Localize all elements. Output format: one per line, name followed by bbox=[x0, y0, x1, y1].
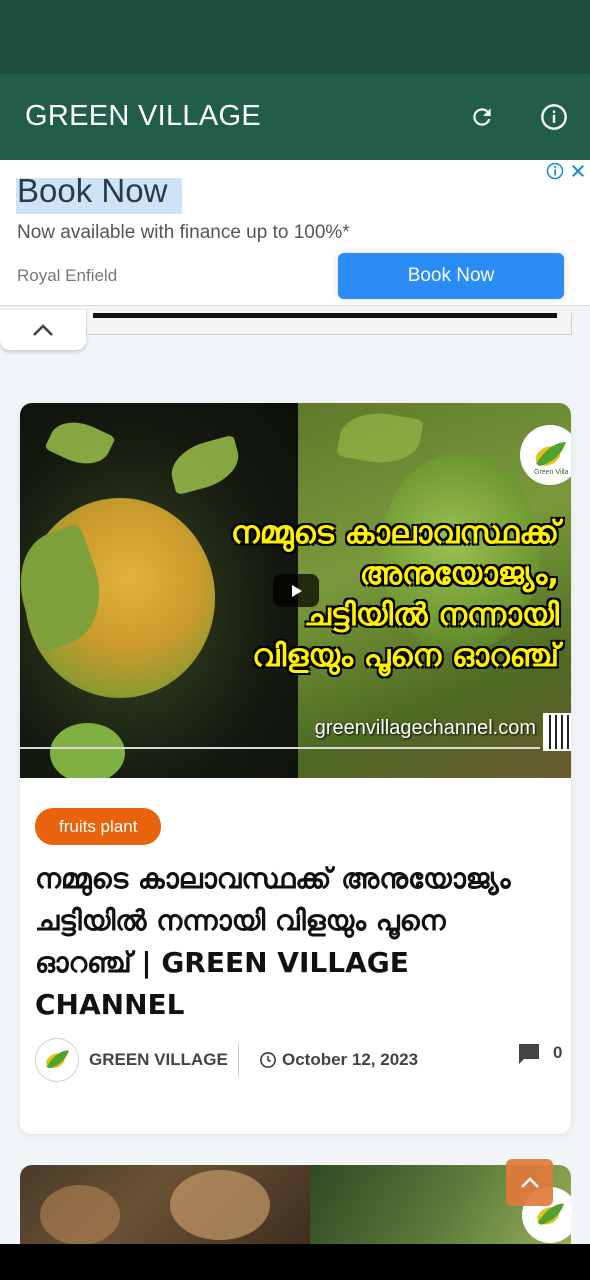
chevron-up-icon bbox=[520, 1176, 539, 1188]
clock-icon bbox=[260, 1052, 276, 1068]
ginger-shape bbox=[40, 1185, 120, 1245]
logo-text: Green Villa bbox=[534, 469, 569, 476]
video-strip-line bbox=[93, 313, 557, 318]
ad-advertiser: Royal Enfield bbox=[17, 266, 118, 285]
info-icon bbox=[541, 104, 567, 130]
channel-logo: Green Villa bbox=[520, 425, 571, 485]
meta-divider bbox=[238, 1044, 239, 1076]
qr-code-icon bbox=[543, 713, 571, 751]
ad-subtitle: Now available with finance up to 100%* bbox=[17, 222, 350, 243]
comment-icon[interactable] bbox=[517, 1042, 541, 1066]
play-icon bbox=[292, 584, 302, 597]
status-bar bbox=[0, 0, 590, 74]
refresh-icon bbox=[473, 108, 491, 126]
author-avatar[interactable] bbox=[35, 1038, 79, 1082]
leaf-logo-icon bbox=[535, 442, 566, 466]
headline-line: നമ്മുടെ കാലാവസ്ഥക്ക് bbox=[230, 515, 559, 551]
post-thumbnail[interactable]: Green Villa നമ്മുടെ കാലാവസ്ഥക്ക് അനുയോജ്… bbox=[20, 403, 571, 778]
ad-close-icon[interactable] bbox=[569, 162, 587, 180]
ad-title[interactable]: Book Now bbox=[17, 172, 167, 210]
app-bar: GREEN VILLAGE bbox=[0, 74, 590, 160]
post-title[interactable]: നമ്മുടെ കാലാവസ്ഥക്ക് അനുയോജ്യം ചട്ടിയിൽ … bbox=[35, 858, 545, 1026]
post-card[interactable]: Green Villa നമ്മുടെ കാലാവസ്ഥക്ക് അനുയോജ്… bbox=[20, 403, 571, 1134]
thumbnail-url: greenvillagechannel.com bbox=[314, 717, 536, 739]
headline-line: ചട്ടിയിൽ നന്നായി bbox=[304, 596, 559, 633]
post-meta: GREEN VILLAGE October 12, 2023 0 bbox=[35, 1038, 562, 1082]
thumbnail-headline: നമ്മുടെ കാലാവസ്ഥക്ക് അനുയോജ്യം, ചട്ടിയിൽ… bbox=[199, 513, 559, 677]
lime-fruit bbox=[50, 723, 125, 778]
post-date: October 12, 2023 bbox=[282, 1050, 419, 1069]
leaf-logo-icon bbox=[46, 1050, 69, 1069]
comment-count[interactable]: 0 bbox=[553, 1043, 562, 1063]
scroll-to-top-button[interactable] bbox=[506, 1159, 553, 1206]
category-badge[interactable]: fruits plant bbox=[35, 808, 162, 845]
play-button[interactable] bbox=[273, 574, 319, 607]
refresh-button[interactable] bbox=[465, 100, 499, 134]
ad-banner[interactable]: Book Now Now available with finance up t… bbox=[0, 160, 590, 306]
headline-line: വിളയും പൂനെ ഓറഞ്ച് bbox=[252, 637, 559, 674]
headline-line: അനുയോജ്യം, bbox=[359, 555, 559, 592]
author-name[interactable]: GREEN VILLAGE bbox=[89, 1050, 228, 1070]
app-title: GREEN VILLAGE bbox=[25, 100, 261, 132]
video-strip bbox=[86, 313, 572, 335]
ad-book-now-button[interactable]: Book Now bbox=[338, 253, 564, 299]
adchoices-icon[interactable] bbox=[546, 162, 564, 180]
system-navigation-bar bbox=[0, 1244, 590, 1280]
thumbnail-divider bbox=[20, 747, 540, 749]
chevron-up-icon bbox=[33, 324, 53, 336]
ginger-shape bbox=[170, 1170, 270, 1240]
info-button[interactable] bbox=[537, 100, 571, 134]
ad-collapse-button[interactable] bbox=[0, 310, 86, 350]
